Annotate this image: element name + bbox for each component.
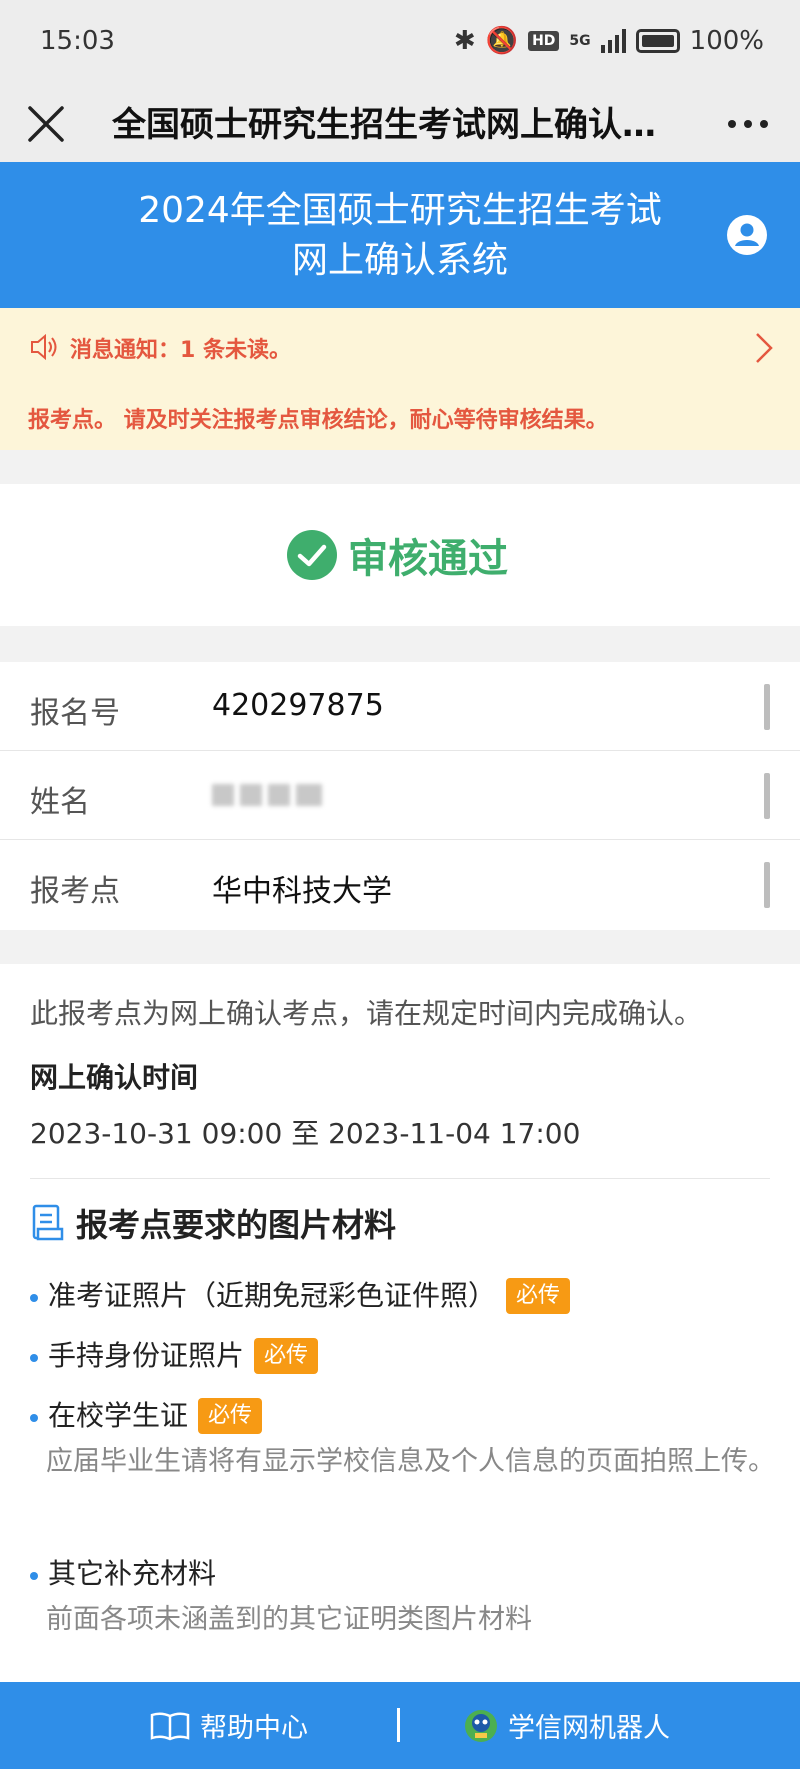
required-badge: 必传 (506, 1278, 571, 1314)
required-badge: 必传 (254, 1338, 319, 1374)
chevron-right-icon[interactable] (752, 330, 776, 366)
info-row-name: 姓名 (0, 751, 800, 840)
bullet-dot (30, 1354, 38, 1362)
battery-level: 100% (689, 26, 764, 56)
required-badge: 必传 (198, 1398, 263, 1434)
battery-icon (635, 29, 680, 53)
info-row-registration-number: 报名号 420297875 (0, 662, 800, 751)
applicant-info: 报名号 420297875 姓名 报考点 华中科技大学 (0, 662, 800, 930)
notice-marquee: 报考点。 请及时关注报考点审核结论，耐心等待审核结果。 (28, 408, 608, 433)
material-name: 其它补充材料 (48, 1557, 217, 1590)
system-title: 2024年全国硕士研究生招生考试 网上确认系统 (100, 186, 700, 286)
info-label: 姓名 (30, 785, 90, 820)
hd-badge: HD (528, 31, 560, 51)
nav-bar: 全国硕士研究生招生考试网上确认系... (0, 88, 800, 162)
status-bar: 15:03 ✱ 🔕 HD 5G 100% (0, 0, 800, 88)
check-circle-icon (287, 530, 337, 580)
review-status: 审核通过 (348, 536, 508, 582)
info-label: 报名号 (30, 696, 120, 731)
close-icon[interactable] (24, 102, 68, 146)
material-note: 应届毕业生请将有显示学校信息及个人信息的页面拍照上传。 (46, 1446, 775, 1477)
document-icon (32, 1204, 64, 1241)
chsi-robot-label: 学信网机器人 (508, 1713, 670, 1744)
registration-number: 420297875 (212, 688, 384, 723)
confirmation-time-range: 2023-10-31 09:00 至 2023-11-04 17:00 (30, 1117, 581, 1150)
materials-header: 报考点要求的图片材料 (30, 1200, 396, 1246)
signal-icon (600, 29, 626, 53)
scroll-indicator (764, 684, 770, 730)
bullet-dot (30, 1414, 38, 1422)
status-icons: ✱ 🔕 HD 5G 100% (454, 26, 764, 56)
network-label: 5G (569, 33, 591, 49)
site-description: 此报考点为网上确认考点，请在规定时间内完成确认。 (30, 997, 703, 1030)
bullet-dot (30, 1294, 38, 1302)
speaker-icon (31, 333, 57, 361)
confirmation-details: 此报考点为网上确认考点，请在规定时间内完成确认。 网上确认时间 2023-10-… (0, 964, 800, 1682)
nav-title: 全国硕士研究生招生考试网上确认系... (112, 105, 682, 145)
applicant-name-blurred (212, 777, 322, 813)
system-title-line2: 网上确认系统 (291, 240, 508, 281)
confirmation-time-heading: 网上确认时间 (30, 1061, 199, 1094)
help-center-label: 帮助中心 (200, 1713, 308, 1744)
exam-site-value: 华中科技大学 (212, 874, 392, 909)
mute-bell-icon: 🔕 (485, 26, 519, 56)
robot-avatar-icon (465, 1709, 497, 1742)
material-name: 准考证照片（近期免冠彩色证件照） (48, 1279, 497, 1312)
divider (30, 1178, 770, 1179)
material-note: 前面各项未涵盖到的其它证明类图片材料 (46, 1604, 532, 1635)
more-options-icon[interactable] (720, 102, 776, 146)
system-header: 2024年全国硕士研究生招生考试 网上确认系统 (0, 162, 800, 308)
bottom-bar: 帮助中心 学信网机器人 (0, 1682, 800, 1769)
bullet-dot (30, 1572, 38, 1580)
material-name: 手持身份证照片 (48, 1339, 245, 1372)
separator (397, 1708, 400, 1742)
user-account-icon[interactable] (726, 214, 768, 256)
book-icon (150, 1711, 190, 1740)
status-time: 15:03 (40, 26, 115, 56)
scroll-indicator (764, 862, 770, 908)
review-status-card: 审核通过 (0, 484, 800, 626)
chsi-robot-button[interactable]: 学信网机器人 (464, 1706, 670, 1745)
message-notice[interactable]: 消息通知：1 条未读。 报考点。 请及时关注报考点审核结论，耐心等待审核结果。 (0, 308, 800, 450)
help-center-button[interactable]: 帮助中心 (150, 1706, 308, 1745)
info-label: 报考点 (30, 874, 120, 909)
material-name: 在校学生证 (48, 1399, 189, 1432)
materials-title: 报考点要求的图片材料 (76, 1206, 397, 1244)
info-row-exam-site: 报考点 华中科技大学 (0, 840, 800, 929)
system-title-line1: 2024年全国硕士研究生招生考试 (138, 190, 662, 231)
notice-summary: 消息通知：1 条未读。 (70, 338, 291, 363)
bluetooth-icon: ✱ (453, 26, 476, 56)
scroll-indicator (764, 773, 770, 819)
